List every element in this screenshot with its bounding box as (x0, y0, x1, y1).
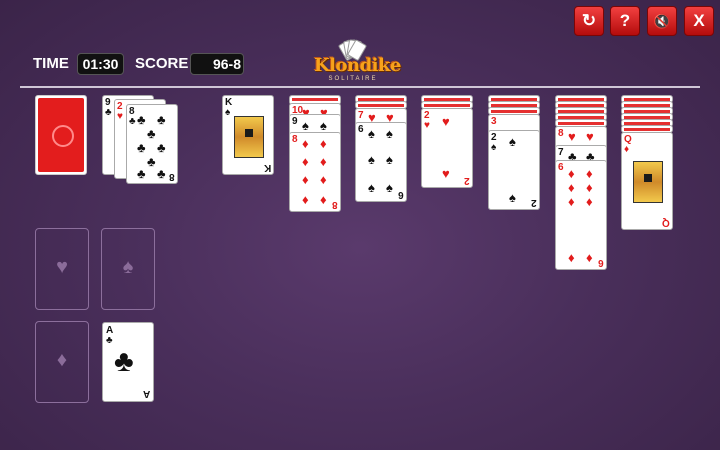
time-value: 01:30 (77, 53, 124, 75)
club-icon: ♣ (114, 345, 134, 378)
foundation-hearts[interactable]: ♥ (35, 228, 89, 310)
tableau-col6-card[interactable]: 6 ♦ ♦ ♦ ♦ ♦ ♦ ♦ ♦ 6 (555, 160, 607, 270)
foundation-diamonds[interactable]: ♦ (35, 321, 89, 403)
tableau-col5-card[interactable]: 2 ♠ ♠ ♠ 2 (488, 130, 540, 210)
spade-icon: ♠ (122, 256, 134, 278)
card-back (38, 98, 84, 172)
waste-card-3[interactable]: 8 ♣ ♣ ♣ ♣ ♣ ♣ ♣ ♣ ♣ 8 (126, 104, 178, 184)
tableau-col3-card[interactable]: 6 ♠ ♠ ♠ ♠ ♠ ♠ 6 (355, 122, 407, 202)
logo-subtitle: SOLITAIRE (328, 76, 378, 82)
close-button[interactable]: X (684, 6, 714, 36)
foundation-spades[interactable]: ♠ (101, 228, 155, 310)
king-face-art (234, 116, 264, 158)
stock-pile[interactable] (35, 95, 87, 175)
score-label: SCORE (135, 55, 189, 72)
tableau-col7-card[interactable]: Q ♦ Q (621, 132, 673, 230)
tableau-col1-card[interactable]: K ♠ K (222, 95, 274, 175)
score-value: 96-8 (190, 53, 244, 75)
diamond-icon: ♦ (56, 349, 68, 371)
tableau-col4-card[interactable]: 2 ♥ ♥ ♥ 2 (421, 108, 473, 188)
logo-title: Klondike (314, 55, 401, 76)
help-button[interactable]: ? (610, 6, 640, 36)
tableau-col2-card[interactable]: 8 ♦ ♦ ♦ ♦ ♦ ♦ ♦ ♦ 8 (289, 132, 341, 212)
heart-icon: ♥ (56, 256, 68, 278)
time-label: TIME (33, 55, 69, 72)
mute-button[interactable]: 🔇 (647, 6, 677, 36)
foundation-clubs-card[interactable]: A ♣ ♣ A (102, 322, 154, 402)
header-divider (20, 86, 700, 88)
klondike-logo: Klondike SOLITAIRE (314, 38, 401, 86)
queen-face-art (633, 161, 663, 203)
restart-button[interactable]: ↻ (574, 6, 604, 36)
